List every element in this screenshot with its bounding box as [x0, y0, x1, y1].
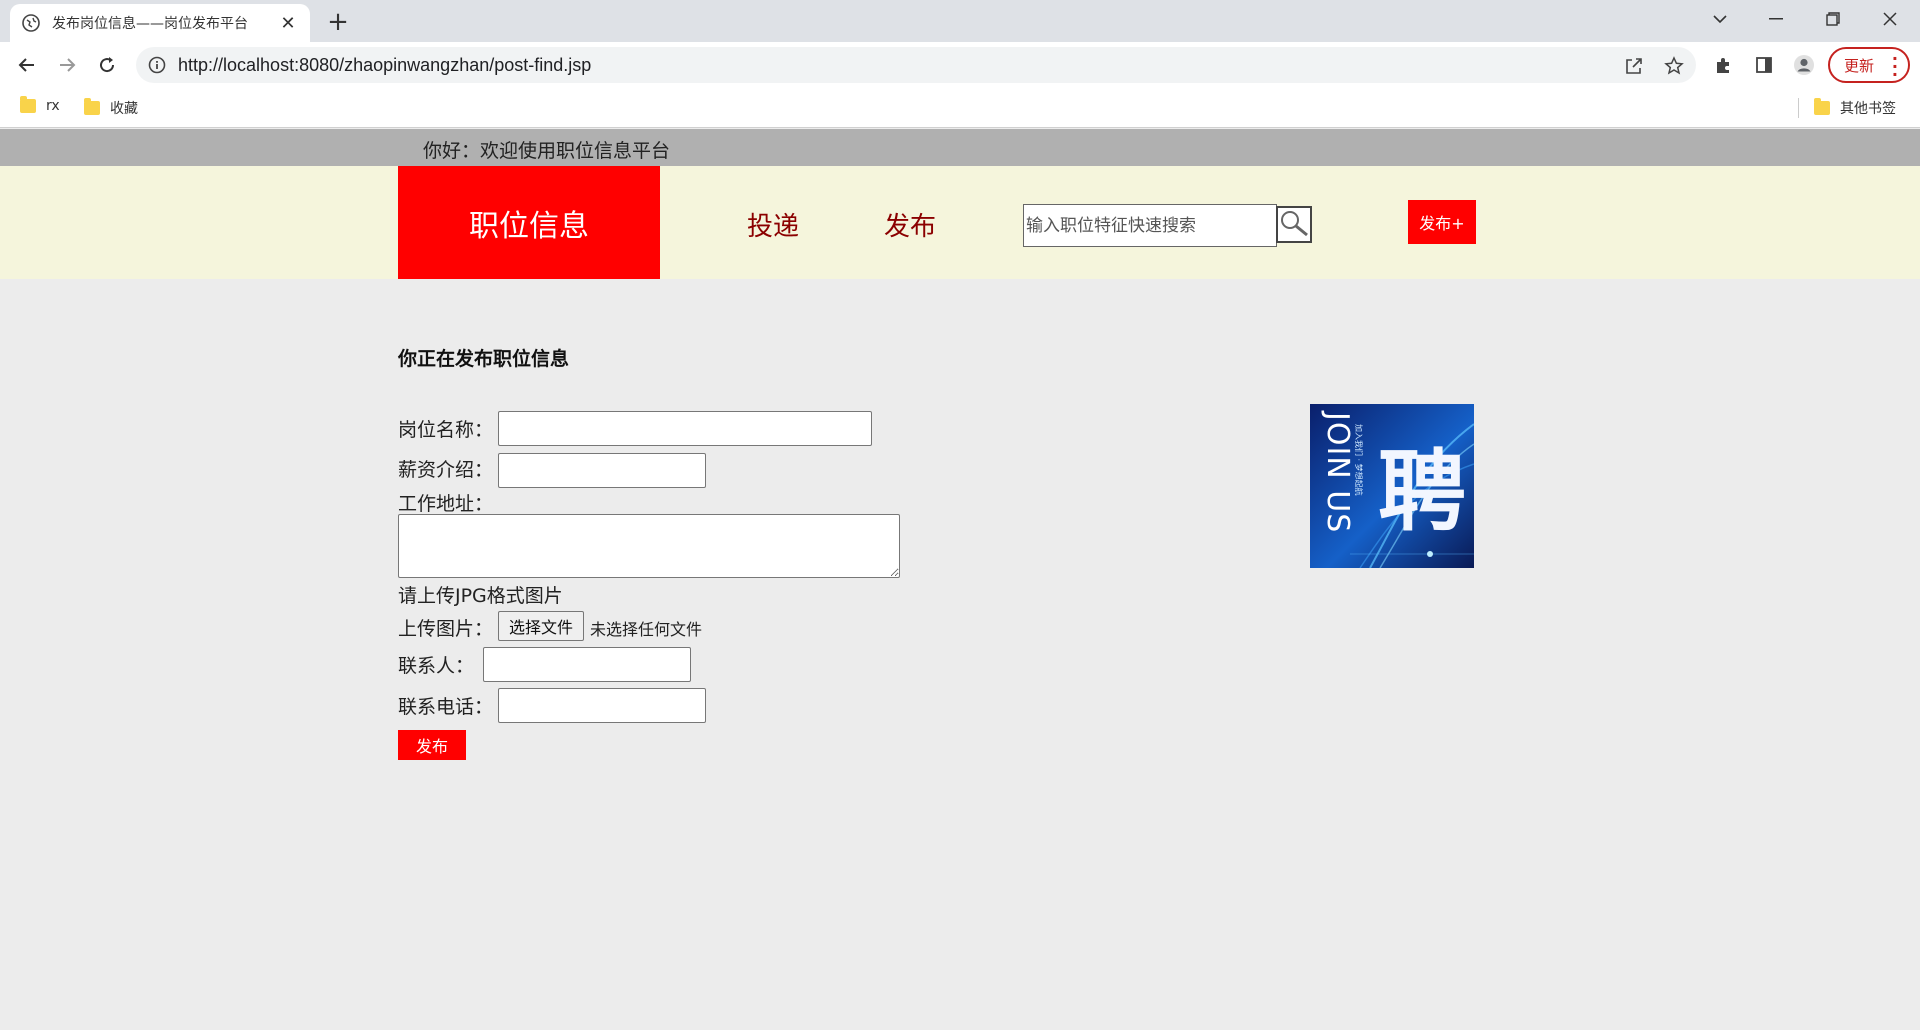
phone-input[interactable]: [498, 688, 706, 723]
other-bookmarks[interactable]: 其他书签: [1814, 98, 1896, 118]
bookmark-folder-favorites[interactable]: 收藏: [84, 98, 138, 118]
phone-label: 联系电话：: [398, 696, 494, 718]
submit-button[interactable]: 发布: [398, 730, 466, 760]
bookmark-star-icon[interactable]: [1662, 54, 1686, 78]
search-icon: [1279, 209, 1309, 241]
address-bar[interactable]: http://localhost:8080/zhaopinwangzhan/po…: [136, 47, 1696, 83]
job-name-input[interactable]: [498, 411, 872, 446]
recruitment-poster-image: JOIN US 加入我们 · 梦想起航 聘: [1310, 404, 1474, 568]
upload-label: 上传图片：: [398, 618, 494, 640]
nav-publish-link[interactable]: 发布: [884, 206, 936, 243]
job-search-input[interactable]: [1023, 204, 1277, 247]
folder-icon: [1814, 98, 1830, 115]
file-status: 未选择任何文件: [590, 620, 703, 639]
brand-logo[interactable]: 职位信息: [398, 166, 660, 279]
choose-file-button[interactable]: 选择文件: [498, 611, 584, 641]
site-header: 职位信息 投递 发布 发布+: [0, 166, 1920, 279]
back-icon[interactable]: [11, 49, 43, 81]
bookmark-separator: [1798, 98, 1799, 118]
close-window-icon[interactable]: [1862, 0, 1918, 38]
form-title: 你正在发布职位信息: [398, 348, 570, 370]
poster-join-us-text: JOIN US: [1320, 410, 1355, 533]
tab-search-icon[interactable]: [1692, 0, 1748, 38]
tab-title: 发布岗位信息——岗位发布平台: [52, 16, 248, 32]
salary-label: 薪资介绍：: [398, 459, 494, 481]
browser-tab[interactable]: 发布岗位信息——岗位发布平台 ✕: [10, 4, 310, 42]
job-name-label: 岗位名称：: [398, 419, 494, 441]
menu-dots-icon[interactable]: · · ·: [1892, 51, 1898, 83]
forward-icon[interactable]: [51, 49, 83, 81]
browser-tabstrip: 发布岗位信息——岗位发布平台 ✕ +: [0, 0, 1920, 42]
bookmark-label: 收藏: [110, 101, 138, 117]
update-label: 更新: [1844, 56, 1875, 75]
search-button[interactable]: [1276, 206, 1312, 243]
bookmark-label: rx: [46, 98, 60, 114]
poster-subtitle-text: 加入我们 · 梦想起航: [1354, 424, 1364, 496]
address-textarea[interactable]: [398, 514, 900, 578]
contact-input[interactable]: [483, 647, 691, 682]
nav-deliver-link[interactable]: 投递: [747, 206, 799, 243]
contact-label: 联系人：: [398, 655, 475, 677]
profile-icon[interactable]: [1788, 49, 1820, 81]
update-button[interactable]: 更新 · · ·: [1828, 47, 1910, 83]
reload-icon[interactable]: [91, 49, 123, 81]
minimize-icon[interactable]: [1748, 0, 1804, 38]
salary-input[interactable]: [498, 453, 706, 488]
share-icon[interactable]: [1622, 54, 1646, 78]
bookmarks-bar: rx 收藏 其他书签: [0, 88, 1920, 128]
url-text[interactable]: http://localhost:8080/zhaopinwangzhan/po…: [178, 55, 591, 76]
new-tab-icon[interactable]: +: [322, 6, 354, 38]
info-icon[interactable]: [148, 56, 166, 74]
address-label: 工作地址：: [398, 493, 494, 515]
close-tab-icon[interactable]: ✕: [278, 13, 298, 34]
bookmark-folder-rx[interactable]: rx: [20, 96, 60, 114]
folder-icon: [20, 96, 36, 113]
upload-hint: 请上传JPG格式图片: [398, 585, 563, 607]
side-panel-icon[interactable]: [1748, 49, 1780, 81]
brand-text: 职位信息: [469, 208, 589, 244]
other-bookmarks-label: 其他书签: [1840, 101, 1896, 117]
browser-toolbar: http://localhost:8080/zhaopinwangzhan/po…: [0, 42, 1920, 88]
restore-icon[interactable]: [1805, 0, 1861, 38]
globe-icon: [22, 14, 40, 32]
extensions-icon[interactable]: [1707, 49, 1739, 81]
folder-icon: [84, 98, 100, 115]
poster-glyph-text: 聘: [1378, 439, 1466, 543]
greeting-text: 你好：欢迎使用职位信息平台: [423, 140, 671, 162]
greeting-bar: 你好：欢迎使用职位信息平台: [0, 129, 1920, 166]
post-job-button[interactable]: 发布+: [1408, 200, 1476, 244]
